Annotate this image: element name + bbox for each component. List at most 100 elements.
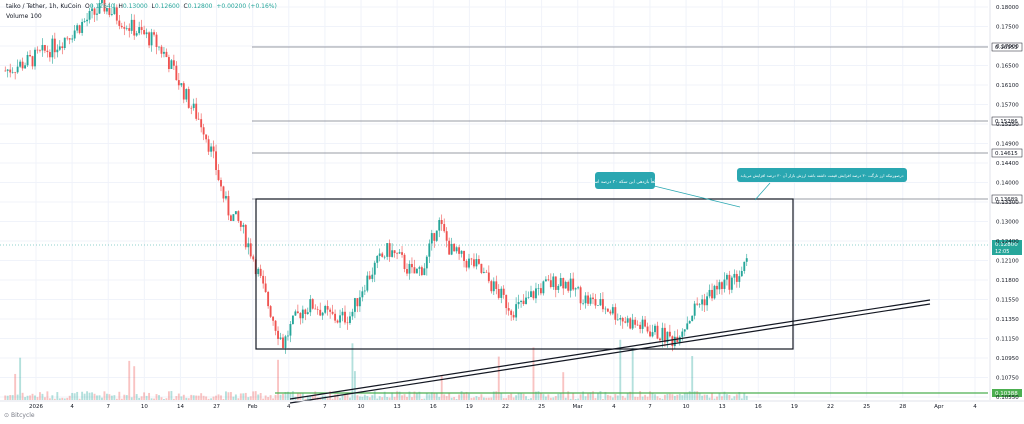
volume-bar xyxy=(277,359,279,400)
candle-body xyxy=(636,324,639,326)
candle-body xyxy=(138,27,141,34)
candle-body xyxy=(567,281,570,291)
candle-body xyxy=(688,321,691,324)
volume-bar xyxy=(606,394,609,400)
volume-bar xyxy=(539,393,542,400)
volume-bar xyxy=(6,395,9,400)
volume-bar xyxy=(34,395,36,400)
volume-bar xyxy=(272,398,275,400)
candle-body xyxy=(539,288,542,294)
volume-bar xyxy=(681,395,684,400)
volume-bar xyxy=(11,395,14,400)
volume-bar xyxy=(274,394,277,400)
volume-bar xyxy=(510,393,513,400)
volume-bar xyxy=(646,396,649,400)
candle-body xyxy=(232,214,235,221)
candle-body xyxy=(185,89,188,100)
volume-bar xyxy=(356,395,359,400)
candle-body xyxy=(329,309,332,312)
candle-body xyxy=(480,263,483,273)
candle-body xyxy=(681,331,684,337)
price-chart[interactable]: 0.169530.152860.146150.136890.1280012:05… xyxy=(0,0,1024,424)
y-tick-label: 0.18000 xyxy=(996,5,1019,11)
candle-body xyxy=(172,60,175,66)
candle-body xyxy=(530,291,532,298)
candle-body xyxy=(448,240,451,255)
volume-bar xyxy=(232,396,235,400)
candle-body xyxy=(693,303,696,316)
candle-body xyxy=(465,261,468,268)
candle-body xyxy=(71,38,74,40)
volume-bar xyxy=(125,395,128,400)
candle-body xyxy=(155,34,158,47)
candle-body xyxy=(130,19,133,31)
volume-bar xyxy=(609,395,612,400)
volume-bar xyxy=(185,397,188,400)
candle-body xyxy=(386,243,389,257)
volume-bar xyxy=(520,392,523,400)
volume-bar xyxy=(515,395,518,400)
candle-body xyxy=(269,306,272,317)
candle-body xyxy=(587,295,589,304)
y-tick-label: 0.15250 xyxy=(996,122,1019,128)
candle-body xyxy=(393,250,396,254)
volume-bar xyxy=(480,394,483,400)
candle-body xyxy=(522,300,525,305)
volume-bar xyxy=(148,392,151,400)
candle-body xyxy=(29,55,31,57)
volume-bar xyxy=(708,397,711,400)
candle-body xyxy=(277,330,279,339)
volume-bar xyxy=(450,397,453,400)
volume-bar xyxy=(381,397,384,400)
volume-bar xyxy=(666,393,669,400)
x-tick-label: 16 xyxy=(755,404,762,410)
candle-body xyxy=(311,299,314,309)
candle-body xyxy=(6,69,9,71)
candle-body xyxy=(272,316,275,321)
candle-body xyxy=(56,49,59,53)
volume-bar xyxy=(187,398,190,400)
volume-bar xyxy=(455,398,458,400)
volume-bar xyxy=(83,393,86,400)
candle-body xyxy=(485,271,488,273)
candle-body xyxy=(14,72,17,73)
volume-bar xyxy=(458,394,461,400)
candle-body xyxy=(83,21,86,22)
volume-bar xyxy=(601,398,604,400)
volume-bar xyxy=(502,398,505,400)
candle-body xyxy=(135,33,138,36)
volume-bar xyxy=(487,397,490,400)
candle-body xyxy=(192,103,195,109)
candle-body xyxy=(698,304,701,306)
volume-bar xyxy=(180,396,183,400)
volume-bar xyxy=(160,397,163,400)
candle-body xyxy=(487,272,490,282)
candle-body xyxy=(306,312,309,314)
candle-body xyxy=(450,243,453,255)
volume-bar xyxy=(435,392,438,400)
volume-bar xyxy=(584,396,587,400)
volume-bar xyxy=(279,394,282,400)
callout-text-1: قطعاً بازدهی این سکه ۳۰ درصد است xyxy=(590,178,660,185)
candle-body xyxy=(262,275,265,284)
volume-bar xyxy=(133,366,136,400)
volume-bar xyxy=(53,398,56,400)
candle-body xyxy=(299,313,302,319)
volume-bar xyxy=(222,398,225,400)
candle-body xyxy=(68,38,71,40)
candle-body xyxy=(244,224,247,248)
volume-bar xyxy=(195,395,198,400)
candle-body xyxy=(167,57,170,69)
y-tick-label: 0.10950 xyxy=(996,356,1019,362)
candle-body xyxy=(43,45,46,51)
candle-body xyxy=(430,233,433,244)
volume-bar xyxy=(530,398,532,400)
candle-body xyxy=(542,281,545,294)
candle-body xyxy=(671,336,674,347)
current-price-countdown: 12:05 xyxy=(995,249,1009,255)
volume-bar xyxy=(227,392,230,400)
volume-bar xyxy=(490,397,493,400)
volume-bar xyxy=(14,373,17,400)
candle-body xyxy=(24,65,27,69)
x-tick-label: 10 xyxy=(141,404,148,410)
